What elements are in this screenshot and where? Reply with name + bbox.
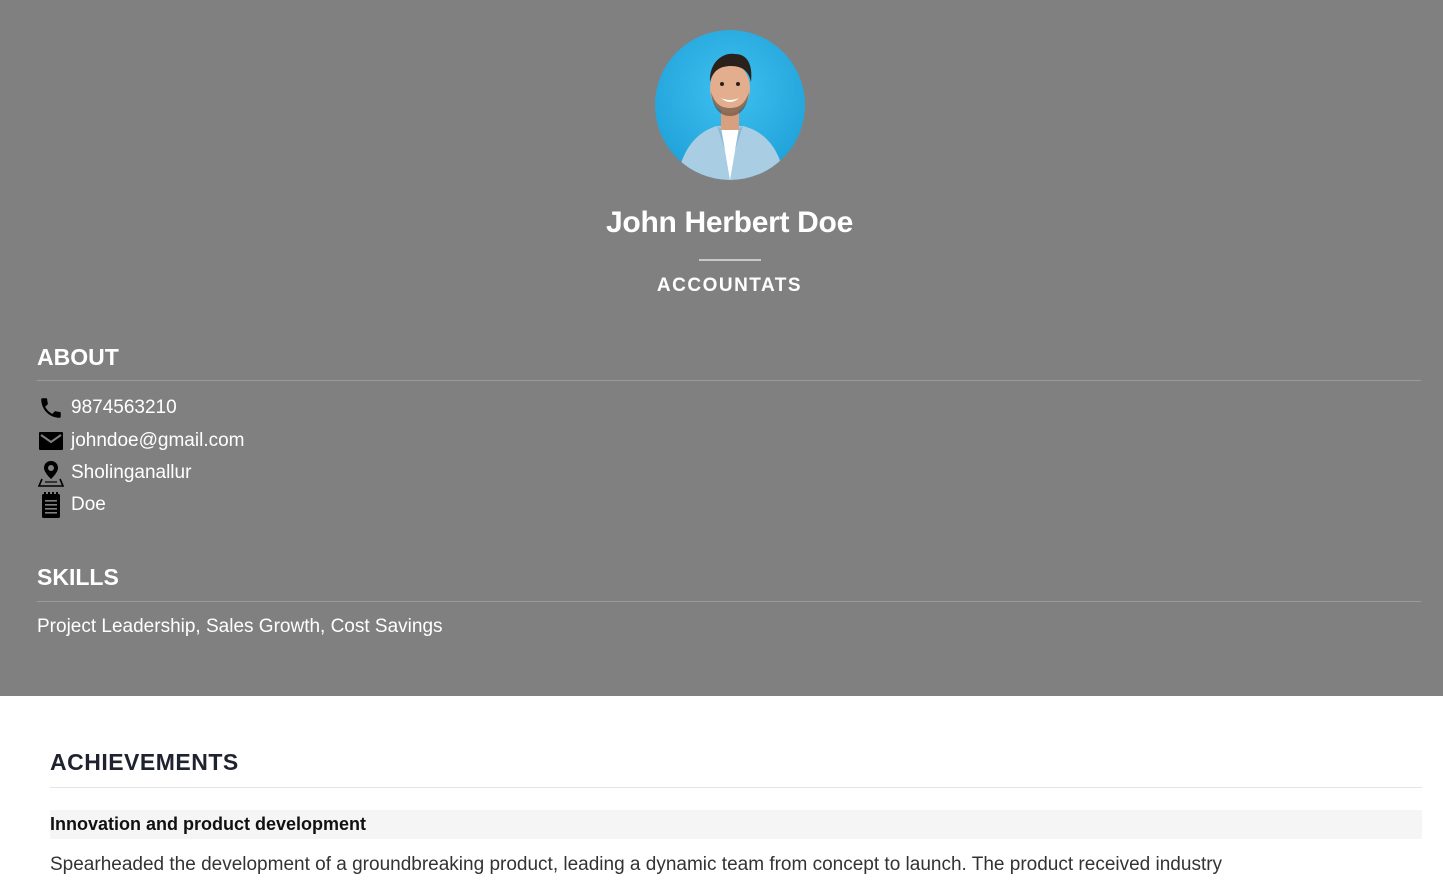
phone-icon [37,394,65,422]
avatar [655,30,805,180]
name-divider [699,259,761,261]
achievements-divider [50,787,1422,788]
contact-email-text: johndoe@gmail.com [71,430,245,451]
location-icon [37,459,65,487]
mail-icon [37,427,65,455]
skills-divider [37,601,1421,602]
notepad-icon [37,491,65,519]
about-title: ABOUT [37,344,119,370]
contact-notes: Doe [37,491,106,519]
skills-text: Project Leadership, Sales Growth, Cost S… [37,616,443,637]
contact-location-text: Sholinganallur [71,462,192,483]
achievements-title: ACHIEVEMENTS [50,749,239,775]
achievement-heading-text: Innovation and product development [50,814,367,834]
contact-phone-text: 9874563210 [71,397,177,418]
about-divider [37,380,1421,381]
contact-email: johndoe@gmail.com [37,427,245,455]
profile-header: John Herbert Doe ACCOUNTATS ABOUT 987456… [0,0,1443,696]
contact-phone: 9874563210 [37,394,177,422]
profile-role: ACCOUNTATS [656,275,803,296]
achievement-body: Spearheaded the development of a groundb… [50,854,1223,875]
contact-location: Sholinganallur [37,459,191,487]
skills-title: SKILLS [37,564,119,590]
achievement-heading: Innovation and product development [50,810,1422,839]
profile-name: John Herbert Doe [606,206,853,239]
contact-notes-text: Doe [71,494,106,515]
